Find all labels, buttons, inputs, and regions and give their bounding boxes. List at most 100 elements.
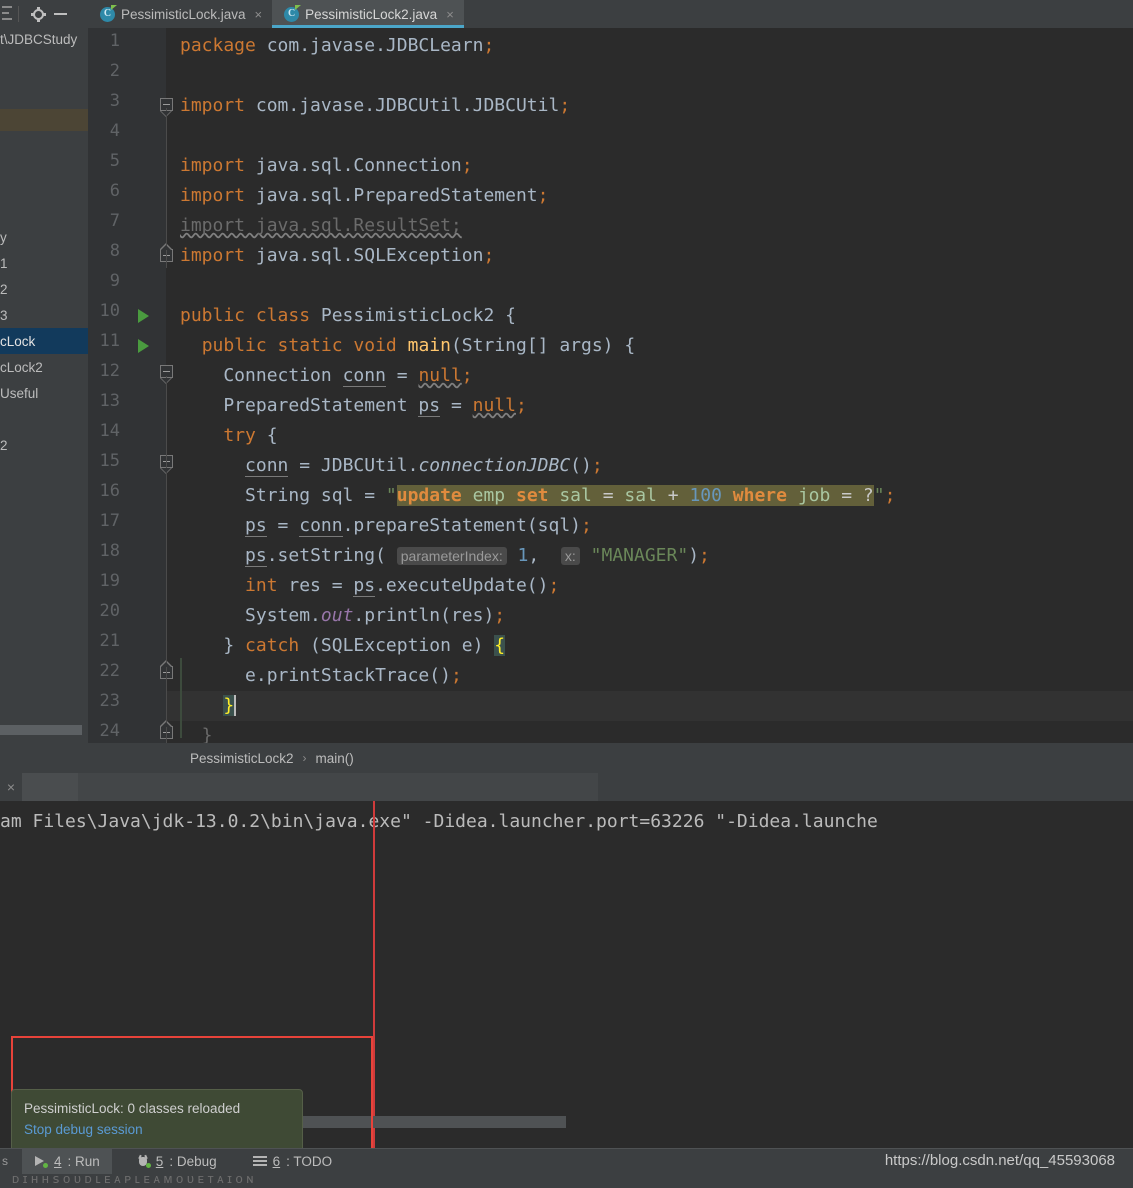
line-number: 10 <box>99 301 120 321</box>
line-number: 18 <box>99 541 120 561</box>
tree-item-pessimisticlock[interactable]: cLock <box>0 328 88 354</box>
code-line-1: package com.javase.JDBCLearn; <box>180 35 495 56</box>
code-line-7-unused-import: import java.sql.ResultSet; <box>180 215 462 236</box>
line-number: 4 <box>109 121 120 141</box>
tree-item-label: 1 <box>0 255 8 271</box>
parameter-hint-parameterindex: parameterIndex: <box>396 547 507 565</box>
java-class-icon <box>284 4 302 22</box>
code-line-16-sql: String sql = "update emp set sal = sal +… <box>180 485 896 506</box>
line-number: 23 <box>99 691 120 711</box>
tool-button-number: 5 <box>155 1153 164 1169</box>
line-number: 12 <box>99 361 120 381</box>
breadcrumb-class[interactable]: PessimisticLock2 <box>190 751 294 766</box>
code-line-11: public static void main(String[] args) { <box>201 335 636 356</box>
tool-button-label: : Debug <box>169 1153 217 1169</box>
editor-tab-strip: PessimisticLock.java × PessimisticLock2.… <box>88 0 464 28</box>
run-gutter-icon-main[interactable] <box>138 339 149 353</box>
code-line-15: conn = JDBCUtil.connectionJDBC(); <box>245 455 603 477</box>
balloon-message: PessimisticLock: 0 classes reloaded <box>24 1101 241 1116</box>
tree-item-label: cLock2 <box>0 359 43 375</box>
debug-icon <box>136 1154 151 1168</box>
tree-item-label: Useful <box>0 385 39 401</box>
tool-button-label: : Run <box>67 1153 100 1169</box>
layout-icon[interactable] <box>2 6 12 22</box>
code-line-6: import java.sql.PreparedStatement; <box>180 185 549 206</box>
bar-left-stub: s <box>2 1154 8 1168</box>
tree-item-label: 2 <box>0 437 8 453</box>
line-number: 20 <box>99 601 120 621</box>
line-number: 8 <box>109 241 120 261</box>
toolbar-divider <box>18 6 19 22</box>
line-number: 21 <box>99 631 120 651</box>
code-line-17: ps = conn.prepareStatement(sql); <box>245 515 592 537</box>
tool-button-todo[interactable]: 6 : TODO <box>241 1148 345 1174</box>
close-icon[interactable]: × <box>0 773 22 801</box>
console-output-line: am Files\Java\jdk-13.0.2\bin\java.exe" -… <box>0 811 878 832</box>
tree-item-label: y <box>0 229 7 245</box>
todo-icon <box>252 1155 267 1167</box>
code-line-12: Connection conn = null; <box>180 365 473 387</box>
run-icon <box>34 1155 48 1168</box>
code-line-23: } <box>180 691 248 721</box>
tree-item-label: cLock <box>0 333 36 349</box>
run-tool-window-header: × <box>0 773 1133 801</box>
balloon-stop-debug-link[interactable]: Stop debug session <box>24 1119 290 1141</box>
line-number: 13 <box>99 391 120 411</box>
code-text-area[interactable]: package com.javase.JDBCLearn; import com… <box>166 28 1133 743</box>
tree-item-pessimisticlock2[interactable]: cLock2 <box>0 354 88 380</box>
line-number: 2 <box>109 61 120 81</box>
editor-tab-pessimisticlock2[interactable]: PessimisticLock2.java × <box>272 0 464 28</box>
code-line-14: try { <box>223 425 278 446</box>
tree-item-1[interactable]: 1 <box>0 250 88 276</box>
line-number: 11 <box>99 331 120 351</box>
annotation-vertical-line <box>373 801 375 1148</box>
line-number: 19 <box>99 571 120 591</box>
line-number: 15 <box>99 451 120 471</box>
tree-item-7[interactable]: 2 <box>0 432 88 458</box>
status-bar-ghost-text: ᴅ ɪ ʜ ʜ ꜱ ᴏ ᴜ ᴅ ʟ ᴇ ᴀ ᴘ ʟ ᴇ ᴀ ᴍ ᴏ ᴜ ᴇ ᴛ … <box>12 1174 254 1186</box>
tool-button-run[interactable]: 4 : Run <box>22 1148 112 1174</box>
code-line-24: } <box>180 725 213 743</box>
hotswap-notification-balloon[interactable]: PessimisticLock: 0 classes reloaded Stop… <box>11 1089 303 1165</box>
run-gutter-icon-class[interactable] <box>138 309 149 323</box>
tree-item-label: 2 <box>0 281 8 297</box>
tree-row-highlight-band <box>0 109 88 131</box>
code-line-22: e.printStackTrace(); <box>180 665 462 686</box>
tree-item-3[interactable]: 3 <box>0 302 88 328</box>
parameter-hint-x: x: <box>560 547 580 565</box>
code-line-19: int res = ps.executeUpdate(); <box>245 575 560 597</box>
line-number: 22 <box>99 661 120 681</box>
code-line-3: import com.javase.JDBCUtil.JDBCUtil; <box>180 95 571 116</box>
gear-icon[interactable] <box>27 3 49 25</box>
tree-item-0[interactable]: y <box>0 224 88 250</box>
java-class-icon <box>100 4 117 22</box>
code-line-5: import java.sql.Connection; <box>180 155 473 176</box>
project-horizontal-scrollbar[interactable] <box>0 725 82 735</box>
tool-button-number: 4 <box>54 1153 62 1169</box>
editor-gutter[interactable]: 1 2 3 4 5 6 7 8 9 10 11 12 13 14 15 16 1… <box>88 28 182 743</box>
editor-tab-label: PessimisticLock.java <box>121 6 246 22</box>
code-line-21: } catch (SQLException e) { <box>180 635 506 656</box>
close-icon[interactable]: × <box>255 8 263 21</box>
line-number: 6 <box>109 181 120 201</box>
minimize-icon[interactable] <box>49 3 71 25</box>
tool-button-debug[interactable]: 5 : Debug <box>124 1148 229 1174</box>
code-line-13: PreparedStatement ps = null; <box>180 395 527 417</box>
tool-button-number: 6 <box>272 1153 281 1169</box>
tree-item-useful[interactable]: Useful <box>0 380 88 406</box>
code-editor[interactable]: 1 2 3 4 5 6 7 8 9 10 11 12 13 14 15 16 1… <box>88 28 1133 743</box>
tree-item-label: 3 <box>0 307 8 323</box>
breadcrumb-method[interactable]: main() <box>316 751 354 766</box>
breadcrumb: PessimisticLock2 › main() <box>88 743 1133 773</box>
watermark-url: https://blog.csdn.net/qq_45593068 <box>884 1152 1115 1169</box>
editor-tab-pessimisticlock[interactable]: PessimisticLock.java × <box>88 0 273 28</box>
line-number: 1 <box>109 31 120 51</box>
close-icon[interactable]: × <box>446 8 454 21</box>
chevron-right-icon: › <box>302 751 307 765</box>
tool-button-label: : TODO <box>286 1153 333 1169</box>
line-number: 7 <box>109 211 120 231</box>
tree-item-2[interactable]: 2 <box>0 276 88 302</box>
header-segment-1 <box>22 773 78 801</box>
project-tool-window: t\JDBCStudy y 1 2 3 cLock cLock2 Useful … <box>0 28 88 773</box>
header-segment-3 <box>400 773 598 801</box>
